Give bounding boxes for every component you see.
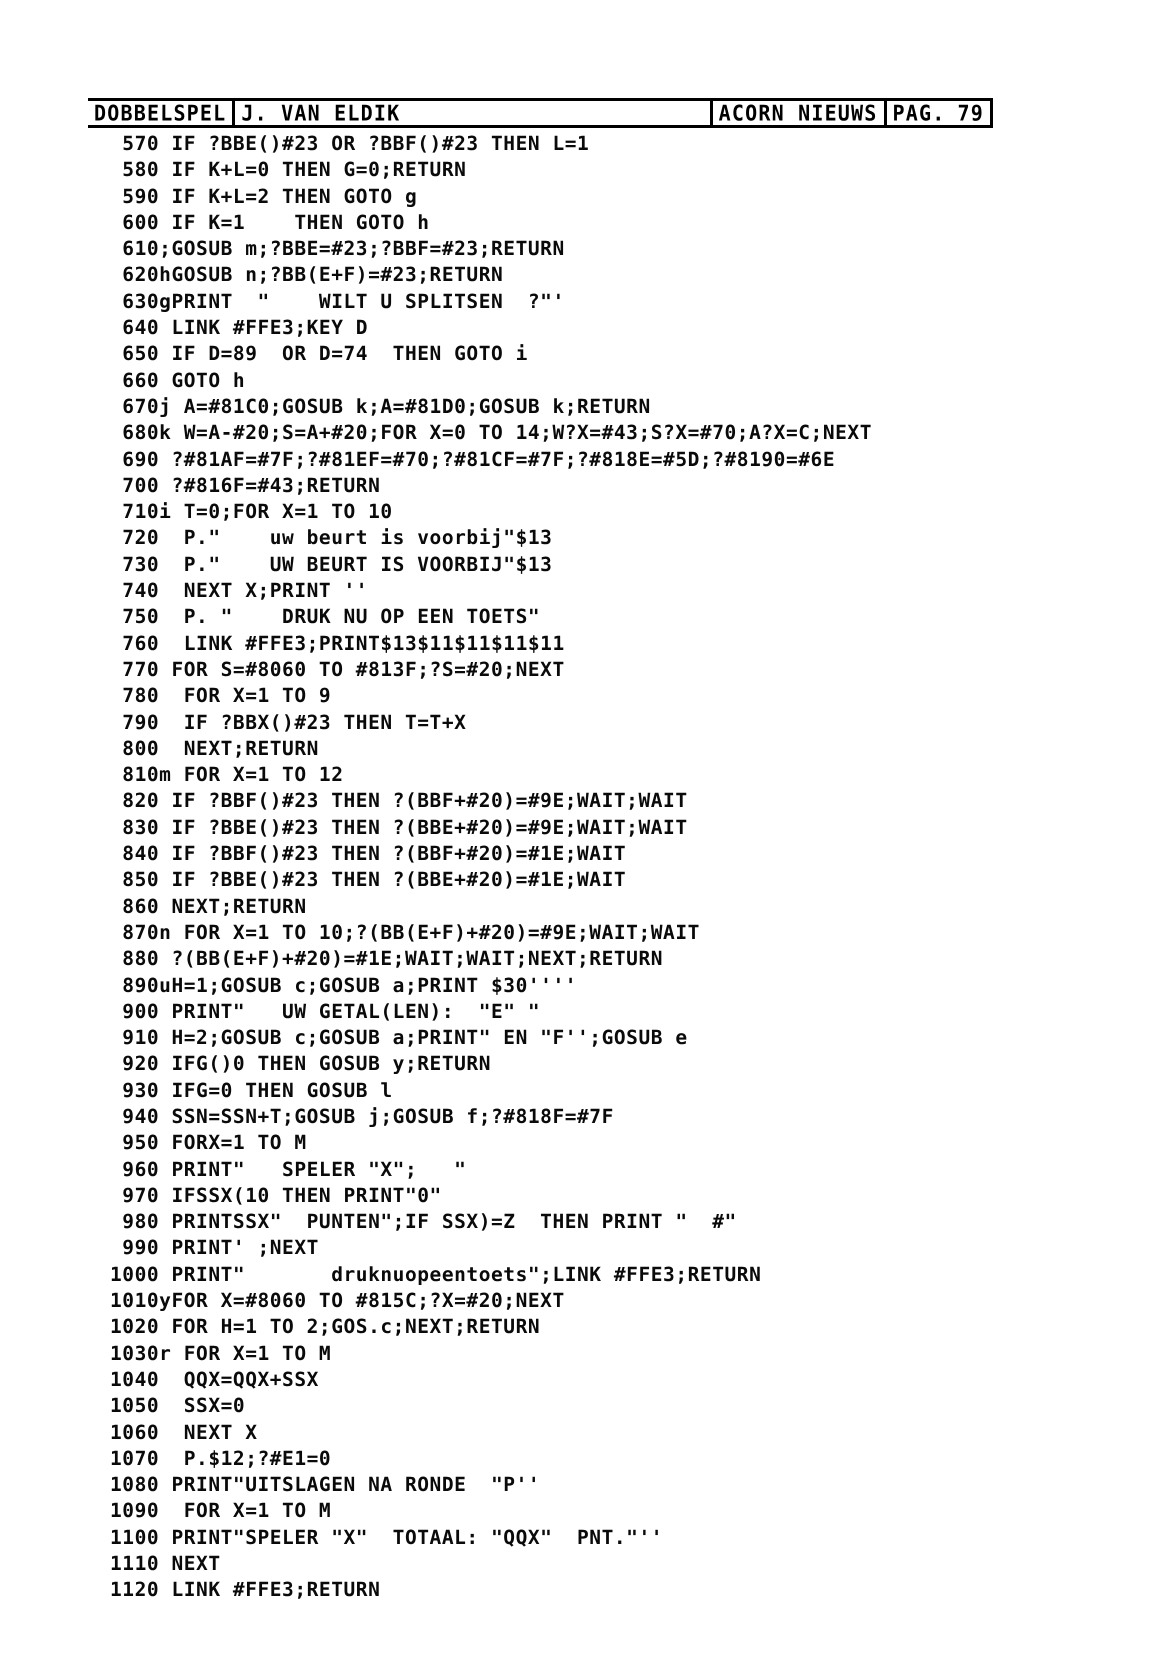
code-line: 1070 P.$12;?#E1=0 [110,1446,332,1470]
code-line: 870n FOR X=1 TO 10;?(BB(E+F)+#20)=#9E;WA… [110,920,700,944]
header-author: J. VAN ELDIK [241,100,401,126]
code-line: 810m FOR X=1 TO 12 [110,763,344,787]
page-header: DOBBELSPEL J. VAN ELDIK ACORN NIEUWS PAG… [88,98,993,128]
code-line: 1100 PRINT"SPELER "X" TOTAAL: "QQX" PNT.… [110,1525,664,1549]
header-page-number: 79 [957,100,984,126]
header-program-title: DOBBELSPEL [94,100,227,126]
code-line: 850 IF ?BBE()#23 THEN ?(BBE+#20)=#1E;WAI… [110,868,627,892]
code-line: 710i T=0;FOR X=1 TO 10 [110,500,393,524]
code-line: 630gPRINT " WILT U SPLITSEN ?"' [110,289,565,313]
code-line: 570 IF ?BBE()#23 OR ?BBF()#23 THEN L=1 [110,132,590,155]
code-line: 1000 PRINT" druknuopeentoets";LINK #FFE3… [110,1262,762,1286]
header-program-title-cell: DOBBELSPEL [88,101,232,125]
code-line: 700 ?#816F=#43;RETURN [110,473,381,497]
code-line: 670j A=#81C0;GOSUB k;A=#81D0;GOSUB k;RET… [110,394,651,418]
code-line: 660 GOTO h [110,368,246,392]
code-line: 610;GOSUB m;?BBE=#23;?BBF=#23;RETURN [110,237,565,261]
code-line: 840 IF ?BBF()#23 THEN ?(BBF+#20)=#1E;WAI… [110,842,627,866]
code-line: 600 IF K=1 THEN GOTO h [110,210,430,234]
code-line: 1040 QQX=QQX+SSX [110,1367,319,1391]
code-line: 1120 LINK #FFE3;RETURN [110,1578,381,1602]
code-line: 1020 FOR H=1 TO 2;GOS.c;NEXT;RETURN [110,1315,541,1339]
code-line: 640 LINK #FFE3;KEY D [110,316,369,340]
code-line: 900 PRINT" UW GETAL(LEN): "E" " [110,999,541,1023]
code-line: 830 IF ?BBE()#23 THEN ?(BBE+#20)=#9E;WAI… [110,815,688,839]
code-line: 890uH=1;GOSUB c;GOSUB a;PRINT $30'''' [110,973,578,997]
header-page-cell: PAG. 79 [887,101,990,125]
code-line: 1010yFOR X=#8060 TO #815C;?X=#20;NEXT [110,1289,565,1313]
code-line: 1110 NEXT [110,1552,221,1576]
code-line: 940 SSN=SSN+T;GOSUB j;GOSUB f;?#818F=#7F [110,1104,614,1128]
code-line: 990 PRINT' ;NEXT [110,1236,319,1260]
code-line: 960 PRINT" SPELER "X"; " [110,1157,467,1181]
code-line: 930 IFG=0 THEN GOSUB l [110,1078,393,1102]
code-line: 950 FORX=1 TO M [110,1131,307,1155]
code-line: 1060 NEXT X [110,1420,258,1444]
code-line: 770 FOR S=#8060 TO #813F;?S=#20;NEXT [110,657,565,681]
code-line: 690 ?#81AF=#7F;?#81EF=#70;?#81CF=#7F;?#8… [110,447,836,471]
code-line: 820 IF ?BBF()#23 THEN ?(BBF+#20)=#9E;WAI… [110,789,688,813]
code-line: 980 PRINTSSX" PUNTEN";IF SSX)=Z THEN PRI… [110,1210,737,1234]
code-line: 720 P." uw beurt is voorbij"$13 [110,526,553,550]
code-line: 740 NEXT X;PRINT '' [110,579,369,603]
header-publication-cell: ACORN NIEUWS [713,101,884,125]
code-line: 760 LINK #FFE3;PRINT$13$11$11$11$11 [110,631,565,655]
code-line: 750 P. " DRUK NU OP EEN TOETS" [110,605,541,629]
code-line: 1050 SSX=0 [110,1394,246,1418]
code-line: 650 IF D=89 OR D=74 THEN GOTO i [110,342,528,366]
code-line: 1030r FOR X=1 TO M [110,1341,332,1365]
code-line: 580 IF K+L=0 THEN G=0;RETURN [110,158,467,182]
header-author-cell: J. VAN ELDIK [235,101,709,125]
header-divider-4 [990,101,993,125]
code-line: 590 IF K+L=2 THEN GOTO g [110,184,418,208]
header-publication: ACORN NIEUWS [718,100,878,126]
code-listing: 570 IF ?BBE()#23 OR ?BBF()#23 THEN L=1 5… [110,131,1110,1604]
scanned-page: DOBBELSPEL J. VAN ELDIK ACORN NIEUWS PAG… [0,0,1169,1664]
code-line: 730 P." UW BEURT IS VOORBIJ"$13 [110,552,553,576]
code-line: 1080 PRINT"UITSLAGEN NA RONDE "P'' [110,1473,541,1497]
code-line: 880 ?(BB(E+F)+#20)=#1E;WAIT;WAIT;NEXT;RE… [110,947,664,971]
code-line: 1090 FOR X=1 TO M [110,1499,332,1523]
code-line: 620hGOSUB n;?BB(E+F)=#23;RETURN [110,263,504,287]
code-line: 860 NEXT;RETURN [110,894,307,918]
code-line: 800 NEXT;RETURN [110,736,319,760]
header-page-label: PAG. [892,100,946,126]
code-line: 970 IFSSX(10 THEN PRINT"0" [110,1183,442,1207]
code-line: 920 IFG()0 THEN GOSUB y;RETURN [110,1052,491,1076]
code-line: 780 FOR X=1 TO 9 [110,684,332,708]
code-line: 680k W=A-#20;S=A+#20;FOR X=0 TO 14;W?X=#… [110,421,872,445]
code-line: 790 IF ?BBX()#23 THEN T=T+X [110,710,467,734]
code-line: 910 H=2;GOSUB c;GOSUB a;PRINT" EN "F'';G… [110,1026,688,1050]
